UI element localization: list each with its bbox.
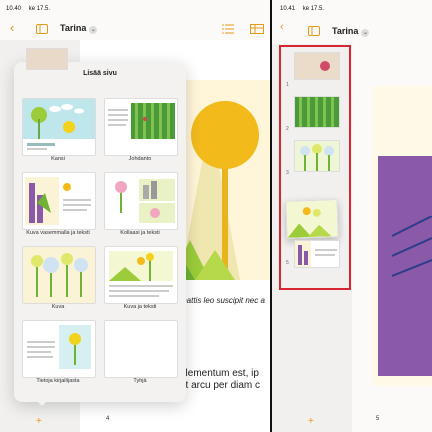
status-time: 10.40 <box>6 6 22 12</box>
template-kollaasi[interactable] <box>104 172 178 230</box>
status-bar: 10.41 ke 17.5. <box>280 6 330 12</box>
document-title[interactable]: Tarina ⌄ <box>60 23 98 34</box>
sidebar-toggle-icon[interactable] <box>308 24 320 39</box>
title-chevron-icon: ⌄ <box>361 29 370 37</box>
template-kuva-vasemmalla[interactable] <box>22 172 96 230</box>
page-number: 4 <box>106 416 110 422</box>
template-label-kuva: Kuva <box>51 304 65 310</box>
template-kuva[interactable] <box>22 246 96 304</box>
right-screenshot: 10.41 ke 17.5. ‹ Tarina ⌄ 1 2 3 5 + 5 <box>272 0 432 432</box>
template-label-kuva-ja-teksti: Kuva ja teksti <box>123 304 157 310</box>
back-chevron-icon[interactable]: ‹ <box>10 20 14 35</box>
document-title[interactable]: Tarina ⌄ <box>332 26 370 37</box>
body-text-line1: mattis leo suscipit nec a <box>180 296 265 305</box>
template-kansi[interactable] <box>22 98 96 156</box>
template-johdanto[interactable] <box>104 98 178 156</box>
status-time: 10.41 <box>280 6 296 12</box>
thumbnail-1[interactable] <box>26 48 68 70</box>
template-label-tietoja-kirjailijasta: Tietoja kirjailijasta <box>36 378 80 384</box>
back-chevron-icon[interactable]: ‹ <box>280 21 284 33</box>
add-page-button[interactable]: + <box>36 416 42 427</box>
template-label-johdanto: Johdanto <box>128 156 152 162</box>
toolbar: ‹ Tarina ⌄ <box>0 16 270 40</box>
template-kuva-ja-teksti[interactable] <box>104 246 178 304</box>
template-label-tyhja: Tyhjä <box>133 378 147 384</box>
page-illustration <box>372 86 432 386</box>
left-screenshot: 10.40 ke 17.5. ‹ Tarina ⌄ mattis leo susc… <box>0 0 272 432</box>
status-bar: 10.40 ke 17.5. <box>6 6 56 12</box>
add-page-popover: Lisää sivu Kansi Johdanto Kuva vasemmall… <box>14 62 186 402</box>
popover-title: Lisää sivu <box>83 70 117 77</box>
toolbar: ‹ Tarina ⌄ <box>272 16 432 40</box>
status-date: ke 17.5. <box>302 6 325 12</box>
body-text-line2: elementum est, ip <box>180 368 259 379</box>
list-icon[interactable] <box>222 22 234 37</box>
template-label-kollaasi: Kollaasi ja teksti <box>120 230 160 236</box>
template-label-kuva-vasemmalla: Kuva vasemmalla ja teksti <box>26 230 90 236</box>
template-tietoja-kirjailijasta[interactable] <box>22 320 96 378</box>
page-number: 5 <box>376 416 380 422</box>
status-date: ke 17.5. <box>28 6 51 12</box>
title-chevron-icon: ⌄ <box>89 26 98 34</box>
body-text-line3: et arcu per diam c <box>180 380 261 391</box>
popover-arrow <box>36 400 48 406</box>
add-page-button[interactable]: + <box>308 416 314 427</box>
sidebar-toggle-icon[interactable] <box>36 22 48 37</box>
template-label-kansi: Kansi <box>51 156 65 162</box>
highlight-box <box>279 45 351 290</box>
template-tyhja[interactable] <box>104 320 178 378</box>
table-icon[interactable] <box>250 22 264 37</box>
